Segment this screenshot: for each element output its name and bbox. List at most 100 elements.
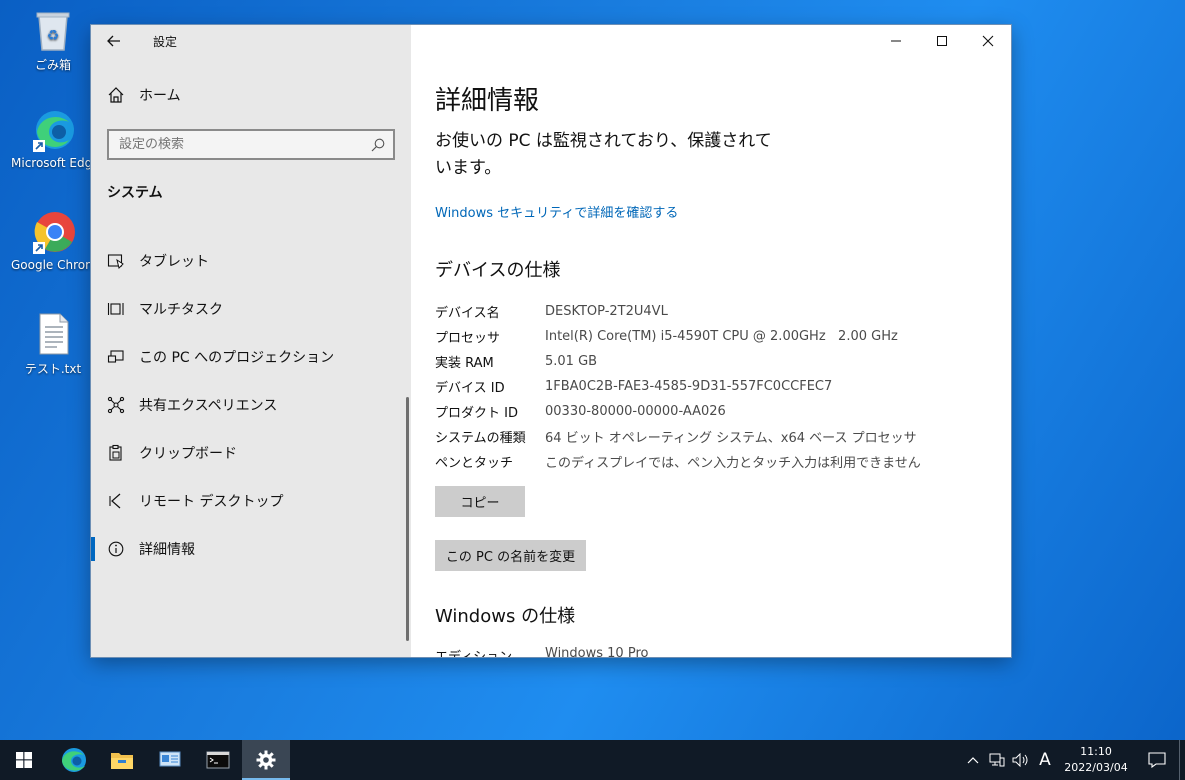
text-file-icon (31, 312, 75, 356)
control-panel-icon (159, 751, 181, 767)
file-explorer-icon (111, 753, 133, 769)
nav-item-multitask[interactable]: マルチタスク (91, 285, 411, 333)
edge-icon (31, 108, 75, 152)
spec-value: このディスプレイでは、ペン入力とタッチ入力は利用できません (545, 456, 921, 471)
volume-icon (1012, 753, 1028, 767)
windows-security-link[interactable]: Windows セキュリティで詳細を確認する (435, 202, 678, 221)
show-desktop-button[interactable] (1179, 740, 1185, 780)
taskbar-clock[interactable]: 11:10 2022/03/04 (1057, 744, 1135, 776)
taskbar-edge[interactable] (50, 740, 98, 780)
clipboard-icon (107, 444, 125, 462)
nav-item-remote-desktop[interactable]: リモート デスクトップ (91, 477, 411, 525)
volume-button[interactable] (1009, 740, 1033, 780)
spec-key: プロダクト ID (435, 406, 518, 421)
minimize-button[interactable] (873, 25, 919, 57)
taskbar-settings[interactable] (242, 740, 290, 780)
desktop-icon-chrome[interactable]: Google Chrome (11, 210, 95, 272)
copy-button[interactable]: コピー (435, 486, 525, 517)
settings-sidebar: 設定 ホーム システム タブレット (91, 25, 411, 657)
minimize-icon (891, 40, 901, 42)
spec-row: システムの種類 64 ビット オペレーティング システム、x64 ベース プロセッ… (435, 424, 921, 449)
nav-item-clipboard[interactable]: クリップボード (91, 429, 411, 477)
rename-pc-button[interactable]: この PC の名前を変更 (435, 540, 586, 571)
page-title: 詳細情報 (435, 86, 540, 116)
chevron-up-icon (967, 757, 979, 764)
clock-date: 2022/03/04 (1064, 761, 1128, 774)
maximize-icon (937, 36, 947, 46)
caption-buttons (873, 25, 1011, 57)
settings-window: 設定 ホーム システム タブレット (91, 25, 1011, 657)
taskbar-file-explorer[interactable] (98, 740, 146, 780)
spec-key: エディション (435, 646, 545, 657)
desktop-icon-edge[interactable]: Microsoft Edge (11, 108, 95, 170)
spec-row: プロダクト ID 00330-80000-00000-AA026 (435, 399, 921, 424)
spec-value: 1FBA0C2B-FAE3-4585-9D31-557FC0CCFEC7 (545, 379, 833, 394)
search-icon[interactable] (363, 131, 393, 158)
network-icon (989, 753, 1005, 767)
spec-value: 64 ビット オペレーティング システム、x64 ベース プロセッサ (545, 431, 917, 446)
show-hidden-icons-button[interactable] (961, 740, 985, 780)
spec-key: 実装 RAM (435, 356, 494, 371)
home-nav-item[interactable]: ホーム (107, 85, 181, 105)
recycle-bin-icon: ♻ (31, 8, 75, 52)
close-button[interactable] (965, 25, 1011, 57)
search-input[interactable] (109, 137, 363, 152)
close-icon (982, 35, 994, 47)
nav-label: 詳細情報 (139, 542, 195, 558)
settings-nav: タブレット マルチタスク この PC へのプロジェクション 共有エクスペリエンス (91, 237, 411, 573)
command-prompt-icon (206, 751, 230, 769)
system-tray: A 11:10 2022/03/04 (961, 740, 1185, 780)
ime-indicator[interactable]: A (1033, 740, 1057, 780)
spec-value: 00330-80000-00000-AA026 (545, 404, 726, 419)
desktop-icon-recycle-bin[interactable]: ♻ ごみ箱 (11, 8, 95, 73)
clock-time: 11:10 (1080, 745, 1112, 758)
chrome-icon (31, 210, 75, 254)
spec-key: デバイス ID (435, 381, 505, 396)
desktop-icon-label: Microsoft Edge (11, 156, 95, 170)
network-button[interactable] (985, 740, 1009, 780)
nav-label: タブレット (139, 254, 209, 270)
security-status-message: お使いの PC は監視されており、保護されています。 (435, 131, 772, 178)
spec-row: ペンとタッチ このディスプレイでは、ペン入力とタッチ入力は利用できません (435, 449, 921, 474)
nav-item-shared-experiences[interactable]: 共有エクスペリエンス (91, 381, 411, 429)
info-icon (107, 540, 125, 558)
app-title: 設定 (153, 34, 178, 49)
spec-row: エディション Windows 10 Pro (435, 646, 648, 657)
titlebar-left: 設定 (91, 25, 411, 57)
spec-row: デバイス名 DESKTOP-2T2U4VL (435, 299, 921, 324)
spec-value: DESKTOP-2T2U4VL (545, 304, 668, 319)
notification-icon (1148, 752, 1166, 768)
back-arrow-icon (107, 35, 120, 47)
device-specs-list: デバイス名 DESKTOP-2T2U4VL プロセッサ Intel(R) Core(… (435, 299, 921, 474)
sidebar-scrollbar[interactable] (406, 397, 409, 641)
spec-row: プロセッサ Intel(R) Core(TM) i5-4590T CPU @ 2.… (435, 324, 921, 349)
nav-item-projection[interactable]: この PC へのプロジェクション (91, 333, 411, 381)
nav-item-tablet[interactable]: タブレット (91, 237, 411, 285)
taskbar-control-panel[interactable] (146, 740, 194, 780)
settings-gear-icon (256, 750, 276, 770)
settings-search[interactable] (107, 129, 395, 160)
desktop-icon-label: ごみ箱 (34, 58, 71, 72)
spec-value: Windows 10 Pro (545, 646, 649, 657)
desktop-icon-text-file[interactable]: テスト.txt (11, 312, 95, 377)
windows-specs-heading: Windows の仕様 (435, 606, 576, 627)
taskbar: A 11:10 2022/03/04 (0, 740, 1185, 780)
spec-key: ペンとタッチ (435, 456, 514, 471)
action-center-button[interactable] (1135, 740, 1179, 780)
desktop-icon-label: テスト.txt (24, 362, 82, 376)
desktop-icon-label: Google Chrome (11, 258, 95, 272)
spec-key: デバイス名 (435, 306, 500, 321)
nav-label: マルチタスク (139, 302, 223, 318)
taskbar-command-prompt[interactable] (194, 740, 242, 780)
nav-item-about[interactable]: 詳細情報 (91, 525, 411, 573)
settings-content: 詳細情報 お使いの PC は監視されており、保護されています。 Windows … (411, 25, 1011, 657)
maximize-button[interactable] (919, 25, 965, 57)
device-specs-heading: デバイスの仕様 (435, 260, 561, 281)
start-button[interactable] (0, 740, 48, 780)
spec-value: Intel(R) Core(TM) i5-4590T CPU @ 2.00GHz… (545, 329, 898, 344)
back-button[interactable] (91, 25, 137, 57)
section-heading: システム (107, 185, 163, 201)
nav-label: リモート デスクトップ (139, 494, 284, 510)
nav-label: 共有エクスペリエンス (139, 398, 278, 414)
edge-icon (62, 748, 86, 772)
